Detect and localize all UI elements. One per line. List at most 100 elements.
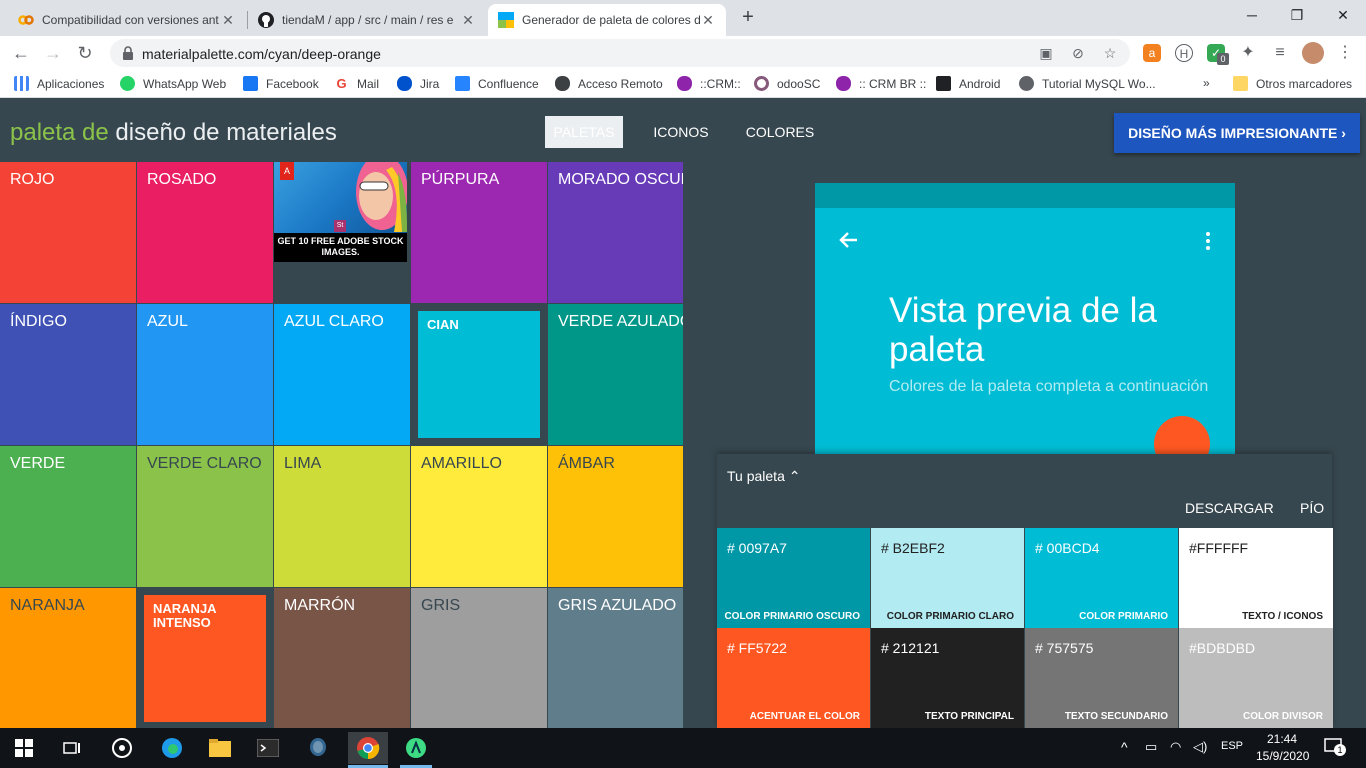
adobe-stock-ad[interactable]: A St GET 10 FREE ADOBE STOCK IMAGES. xyxy=(274,162,407,262)
postgres-icon[interactable] xyxy=(302,732,334,764)
bookmark-crm-br[interactable]: :: CRM BR :: xyxy=(836,76,926,91)
bookmarks-overflow-button[interactable]: » xyxy=(1203,76,1210,90)
notifications-button[interactable]: 1 xyxy=(1324,738,1346,759)
media-control-icon[interactable]: ≡ xyxy=(1271,44,1289,62)
close-tab-icon[interactable]: ✕ xyxy=(220,12,236,29)
color-cell[interactable]: PÚRPURA xyxy=(411,162,547,303)
chevron-up-icon: ⌃ xyxy=(788,468,801,484)
volume-icon[interactable]: ◁) xyxy=(1193,739,1207,755)
task-view-icon[interactable] xyxy=(56,732,88,764)
color-cell[interactable]: GRIS AZULADO xyxy=(548,588,683,729)
palette-preview: Vista previa de la paleta Colores de la … xyxy=(815,183,1235,455)
browser-tab[interactable]: tiendaM / app / src / main / res e ✕ xyxy=(248,4,486,36)
edge-icon[interactable] xyxy=(156,732,188,764)
wifi-icon[interactable]: ◠ xyxy=(1170,739,1181,755)
close-tab-icon[interactable]: ✕ xyxy=(460,12,476,29)
tab-colors[interactable]: COLORES xyxy=(740,116,820,148)
bookmark-star-icon[interactable]: ☆ xyxy=(1102,45,1118,61)
extension-icon[interactable]: H xyxy=(1175,44,1193,62)
color-cell[interactable]: VERDE xyxy=(0,446,136,587)
more-design-button[interactable]: DISEÑO MÁS IMPRESIONANTE › xyxy=(1114,113,1360,153)
logo-text: diseño de materiales xyxy=(108,119,337,146)
bookmark-mysql-tutorial[interactable]: Tutorial MySQL Wo... xyxy=(1019,76,1156,91)
color-cell[interactable]: AZUL CLARO xyxy=(274,304,410,445)
battery-icon[interactable]: ▭ xyxy=(1145,739,1157,755)
color-cell[interactable]: MORADO OSCURO xyxy=(548,162,683,303)
bookmark-confluence[interactable]: Confluence xyxy=(455,76,539,91)
forward-button[interactable]: → xyxy=(42,42,64,64)
address-bar[interactable]: materialpalette.com/cyan/deep-orange ▣ ⊘… xyxy=(110,39,1130,67)
terminal-icon[interactable] xyxy=(252,732,284,764)
bookmark-jira[interactable]: Jira xyxy=(397,76,439,91)
clock-time[interactable]: 21:44 xyxy=(1267,732,1297,746)
logo[interactable]: paleta de diseño de materiales xyxy=(10,119,337,147)
reload-button[interactable]: ↻ xyxy=(74,42,96,64)
back-button[interactable]: ← xyxy=(10,42,32,64)
clock-date[interactable]: 15/9/2020 xyxy=(1256,749,1309,763)
palette-swatch[interactable]: # 0097A7 COLOR PRIMARIO OSCURO xyxy=(717,528,870,628)
bookmark-odoo[interactable]: odooSC xyxy=(754,76,820,91)
bookmark-android[interactable]: Android xyxy=(936,76,1000,91)
palette-swatch[interactable]: # 212121 TEXTO PRINCIPAL xyxy=(871,628,1024,728)
swatch-role: COLOR DIVISOR xyxy=(1242,711,1323,722)
color-name: ROSADO xyxy=(147,171,217,188)
bookmark-mail[interactable]: G Mail xyxy=(334,76,379,91)
palette-toggle[interactable]: Tu paleta ⌃ xyxy=(727,468,800,485)
bookmark-remote-access[interactable]: Acceso Remoto xyxy=(555,76,663,91)
palette-swatch[interactable]: #FFFFFF TEXTO / ICONOS xyxy=(1179,528,1333,628)
color-cell[interactable]: CIAN xyxy=(411,304,547,445)
close-tab-icon[interactable]: ✕ xyxy=(700,12,716,29)
new-tab-button[interactable]: + xyxy=(738,6,758,28)
color-cell[interactable]: LIMA xyxy=(274,446,410,587)
color-cell[interactable]: AMARILLO xyxy=(411,446,547,587)
chrome-icon[interactable] xyxy=(348,732,388,764)
globe-icon xyxy=(1019,76,1034,91)
minimize-button[interactable]: ─ xyxy=(1237,4,1267,26)
tweet-button[interactable]: PÍO xyxy=(1300,500,1324,516)
browser-tab[interactable]: Compatibilidad con versiones ant ✕ xyxy=(8,4,246,36)
color-cell[interactable]: VERDE CLARO xyxy=(137,446,273,587)
bookmark-whatsapp[interactable]: WhatsApp Web xyxy=(120,76,226,91)
bookmark-label: Otros marcadores xyxy=(1256,76,1353,91)
bookmark-apps[interactable]: Aplicaciones xyxy=(14,76,104,91)
tab-palettes[interactable]: PALETAS xyxy=(545,116,623,148)
bookmarks-bar: Aplicaciones WhatsApp Web Facebook G Mail… xyxy=(0,70,1366,98)
hide-eye-icon[interactable]: ⊘ xyxy=(1070,45,1086,61)
browser-tab-active[interactable]: Generador de paleta de colores d ✕ xyxy=(488,4,726,36)
more-menu-icon[interactable]: ⋮ xyxy=(1336,44,1354,62)
close-window-button[interactable]: ✕ xyxy=(1328,4,1358,26)
download-button[interactable]: DESCARGAR xyxy=(1185,500,1274,516)
color-cell[interactable]: AZUL xyxy=(137,304,273,445)
avatar[interactable] xyxy=(1302,42,1324,64)
bookmark-other[interactable]: Otros marcadores xyxy=(1233,76,1352,91)
color-cell[interactable]: ROSADO xyxy=(137,162,273,303)
start-icon[interactable] xyxy=(8,732,40,764)
language-indicator[interactable]: ESP xyxy=(1221,740,1243,752)
translate-icon[interactable]: ▣ xyxy=(1038,45,1054,61)
file-explorer-icon[interactable] xyxy=(204,732,236,764)
tab-icons[interactable]: ICONOS xyxy=(645,116,717,148)
cortana-icon[interactable] xyxy=(106,732,138,764)
color-cell[interactable]: GRIS xyxy=(411,588,547,729)
palette-swatch[interactable]: #BDBDBD COLOR DIVISOR xyxy=(1179,628,1333,728)
extensions-puzzle-icon[interactable]: ✦ xyxy=(1239,44,1257,62)
selected-color-swatch[interactable]: NARANJA INTENSO xyxy=(144,595,266,722)
color-cell[interactable]: ÍNDIGO xyxy=(0,304,136,445)
bookmark-facebook[interactable]: Facebook xyxy=(243,76,319,91)
chevron-up-icon[interactable]: ^ xyxy=(1121,739,1128,755)
palette-swatch[interactable]: # B2EBF2 COLOR PRIMARIO CLARO xyxy=(871,528,1024,628)
color-cell[interactable]: NARANJA INTENSO xyxy=(137,588,273,729)
color-cell[interactable]: ROJO xyxy=(0,162,136,303)
maximize-button[interactable]: ❐ xyxy=(1282,4,1312,26)
color-cell[interactable]: MARRÓN xyxy=(274,588,410,729)
color-cell[interactable]: NARANJA xyxy=(0,588,136,729)
color-cell[interactable]: ÁMBAR xyxy=(548,446,683,587)
extension-icon[interactable]: a xyxy=(1143,44,1161,62)
android-studio-icon[interactable] xyxy=(400,732,432,764)
color-cell[interactable]: VERDE AZULADO xyxy=(548,304,683,445)
palette-swatch[interactable]: # 00BCD4 COLOR PRIMARIO xyxy=(1025,528,1178,628)
bookmark-crm[interactable]: ::CRM:: xyxy=(677,76,741,91)
selected-color-swatch[interactable]: CIAN xyxy=(418,311,540,438)
palette-swatch[interactable]: # FF5722 ACENTUAR EL COLOR xyxy=(717,628,870,728)
palette-swatch[interactable]: # 757575 TEXTO SECUNDARIO xyxy=(1025,628,1178,728)
